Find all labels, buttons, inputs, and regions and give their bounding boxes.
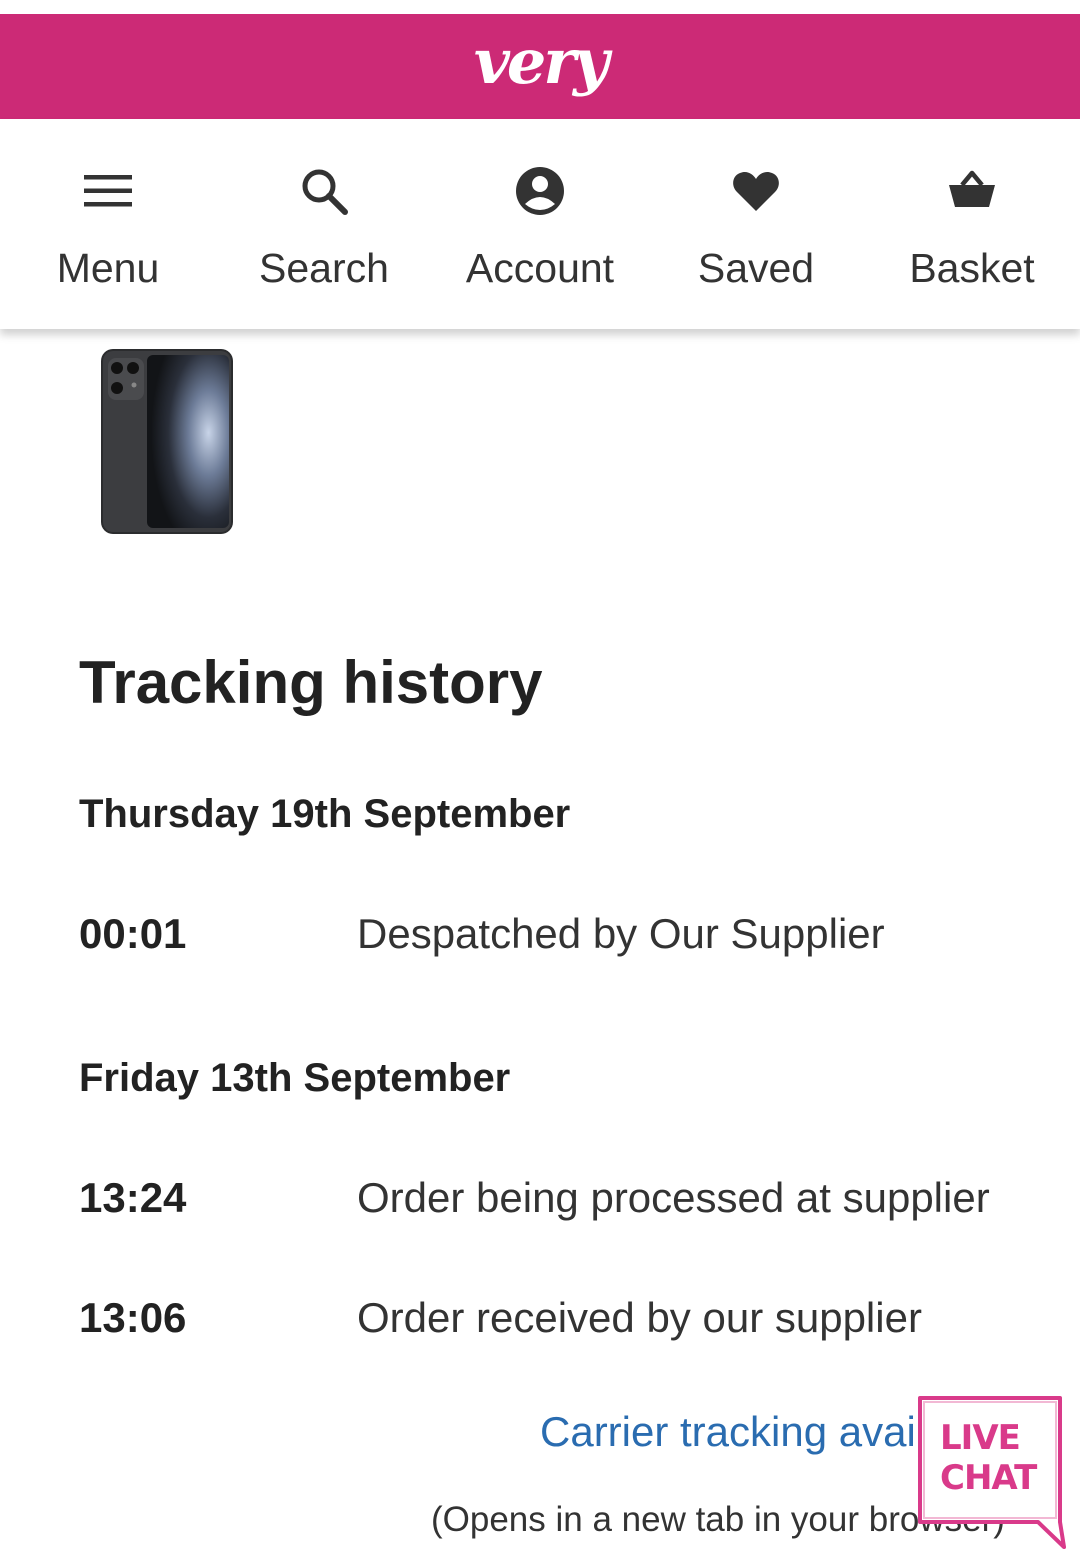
account-icon xyxy=(514,165,566,217)
basket-icon xyxy=(946,165,998,217)
live-chat-line2: CHAT xyxy=(940,1458,1037,1498)
event-time: 00:01 xyxy=(79,910,187,957)
nav-label-menu: Menu xyxy=(56,245,160,291)
menu-icon xyxy=(82,165,134,217)
event-description: Order being processed at supplier xyxy=(357,1174,990,1221)
status-strip xyxy=(0,0,1080,14)
nav-basket-button[interactable]: Basket xyxy=(864,119,1080,329)
very-logo[interactable]: very xyxy=(474,25,609,98)
nav-label-saved: Saved xyxy=(697,245,815,291)
nav-saved-button[interactable]: Saved xyxy=(648,119,864,329)
tracking-date: Friday 13th September xyxy=(79,1056,511,1100)
nav-label-search: Search xyxy=(259,245,389,291)
live-chat-button[interactable]: LIVE CHAT xyxy=(910,1392,1074,1555)
carrier-tracking-link[interactable]: Carrier tracking avai xyxy=(540,1408,916,1456)
event-description: Despatched by Our Supplier xyxy=(357,910,885,957)
nav-label-basket: Basket xyxy=(909,245,1035,291)
phone-product-image[interactable] xyxy=(95,345,245,540)
tracking-history-heading: Tracking history xyxy=(79,649,543,716)
tracking-date: Thursday 19th September xyxy=(79,792,571,836)
live-chat-label: LIVE CHAT xyxy=(940,1418,1050,1498)
brand-header: very xyxy=(0,14,1080,119)
search-icon xyxy=(298,165,350,217)
nav-menu-button[interactable]: Menu xyxy=(0,119,216,329)
nav-label-account: Account xyxy=(465,245,615,291)
event-time: 13:06 xyxy=(79,1294,187,1341)
event-time: 13:24 xyxy=(79,1174,187,1221)
nav-account-button[interactable]: Account xyxy=(432,119,648,329)
live-chat-line1: LIVE xyxy=(940,1418,1021,1458)
nav-search-button[interactable]: Search xyxy=(216,119,432,329)
heart-icon xyxy=(730,165,782,217)
event-description: Order received by our supplier xyxy=(357,1294,922,1341)
nav-bar: Menu Search Account Saved Basket xyxy=(0,119,1080,329)
